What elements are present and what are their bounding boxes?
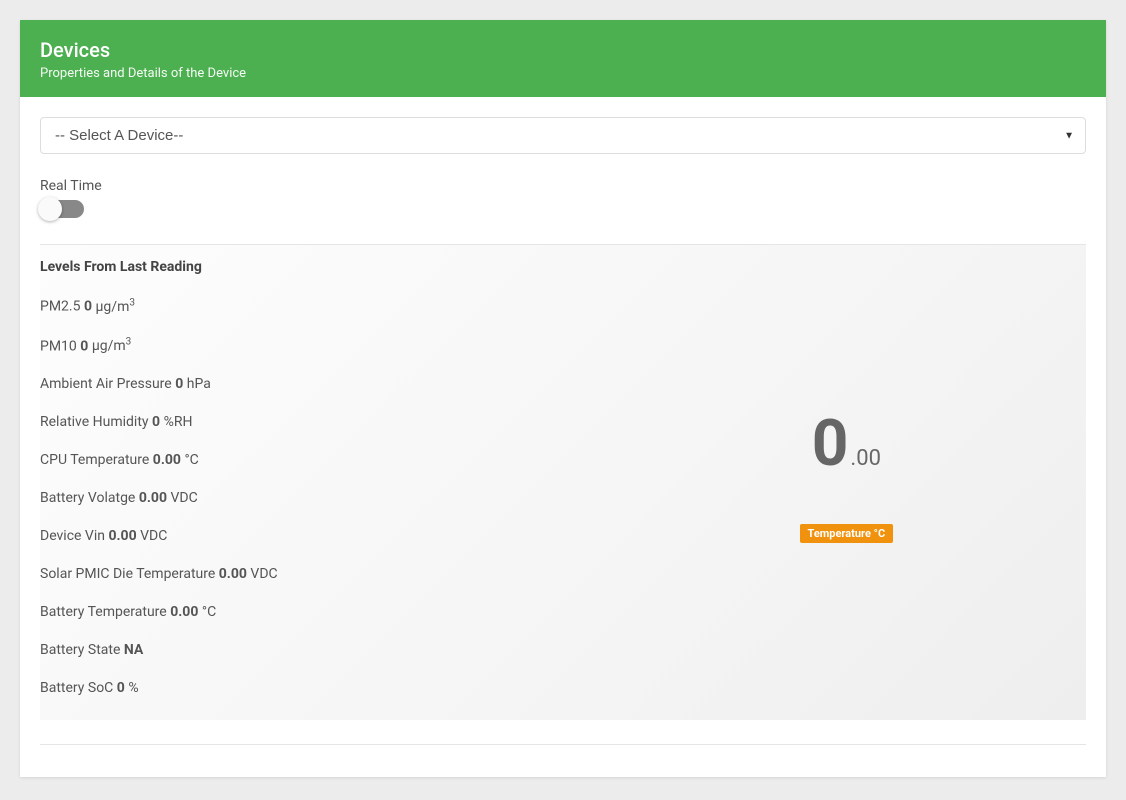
reading-label: Battery Volatge [40,490,135,506]
big-temperature-value: 0 .00 [812,412,881,476]
readings-panel: Levels From Last Reading PM2.5 0 µg/m3 P… [40,245,1086,720]
reading-batt-soc: Battery SoC 0 % [40,680,627,696]
reading-unit: µg/m3 [96,299,135,315]
reading-unit: VDC [171,490,198,506]
reading-batt-voltage: Battery Volatge 0.00 VDC [40,490,627,506]
reading-unit: VDC [140,528,167,544]
device-select-wrap: -- Select A Device-- ▼ [40,117,1086,154]
reading-cpu-temp: CPU Temperature 0.00 °C [40,452,627,468]
reading-unit: °C [184,452,198,468]
reading-label: Battery Temperature [40,604,167,620]
reading-value: 0 [80,338,88,354]
reading-value: 0.00 [108,528,136,544]
reading-label: Relative Humidity [40,414,149,430]
reading-solar-temp: Solar PMIC Die Temperature 0.00 VDC [40,566,627,582]
reading-value: 0 [152,414,160,430]
readings-summary: 0 .00 Temperature °C [647,259,1086,696]
reading-batt-state: Battery State NA [40,642,627,658]
realtime-block: Real Time [40,178,1086,218]
page-subtitle: Properties and Details of the Device [40,66,1086,81]
toggle-knob-icon [38,197,62,221]
device-card: Devices Properties and Details of the De… [20,20,1106,777]
reading-pressure: Ambient Air Pressure 0 hPa [40,376,627,392]
reading-label: Battery State [40,642,120,658]
big-value-int: 0 [812,412,849,476]
reading-label: Battery SoC [40,680,113,696]
readings-list: Levels From Last Reading PM2.5 0 µg/m3 P… [40,259,647,696]
reading-batt-temp: Battery Temperature 0.00 °C [40,604,627,620]
big-value-dec: .00 [850,446,881,471]
reading-vin: Device Vin 0.00 VDC [40,528,627,544]
realtime-label: Real Time [40,178,1086,194]
reading-label: PM2.5 [40,299,80,315]
reading-value: 0 [175,376,183,392]
reading-value: NA [124,642,143,658]
reading-unit: µg/m3 [92,338,131,354]
reading-unit: °C [202,604,216,620]
device-select[interactable]: -- Select A Device-- [40,117,1086,154]
reading-value: 0.00 [139,490,167,506]
reading-label: Device Vin [40,528,105,544]
reading-value: 0 [84,299,92,315]
reading-value: 0.00 [219,566,247,582]
reading-unit: %RH [164,414,193,430]
reading-pm25: PM2.5 0 µg/m3 [40,297,627,315]
reading-label: Solar PMIC Die Temperature [40,566,215,582]
card-body: -- Select A Device-- ▼ Real Time Levels … [20,97,1106,777]
realtime-toggle[interactable] [40,200,84,218]
reading-label: Ambient Air Pressure [40,376,172,392]
reading-unit: VDC [250,566,277,582]
reading-value: 0.00 [170,604,198,620]
reading-label: PM10 [40,338,77,354]
temperature-badge: Temperature °C [800,524,894,543]
reading-unit: % [128,680,138,696]
page-title: Devices [40,38,1086,62]
reading-value: 0 [117,680,125,696]
card-header: Devices Properties and Details of the De… [20,20,1106,97]
reading-unit: hPa [187,376,211,392]
reading-label: CPU Temperature [40,452,149,468]
reading-humidity: Relative Humidity 0 %RH [40,414,627,430]
readings-title: Levels From Last Reading [40,259,627,275]
reading-pm10: PM10 0 µg/m3 [40,337,627,355]
reading-value: 0.00 [153,452,181,468]
divider [40,744,1086,745]
